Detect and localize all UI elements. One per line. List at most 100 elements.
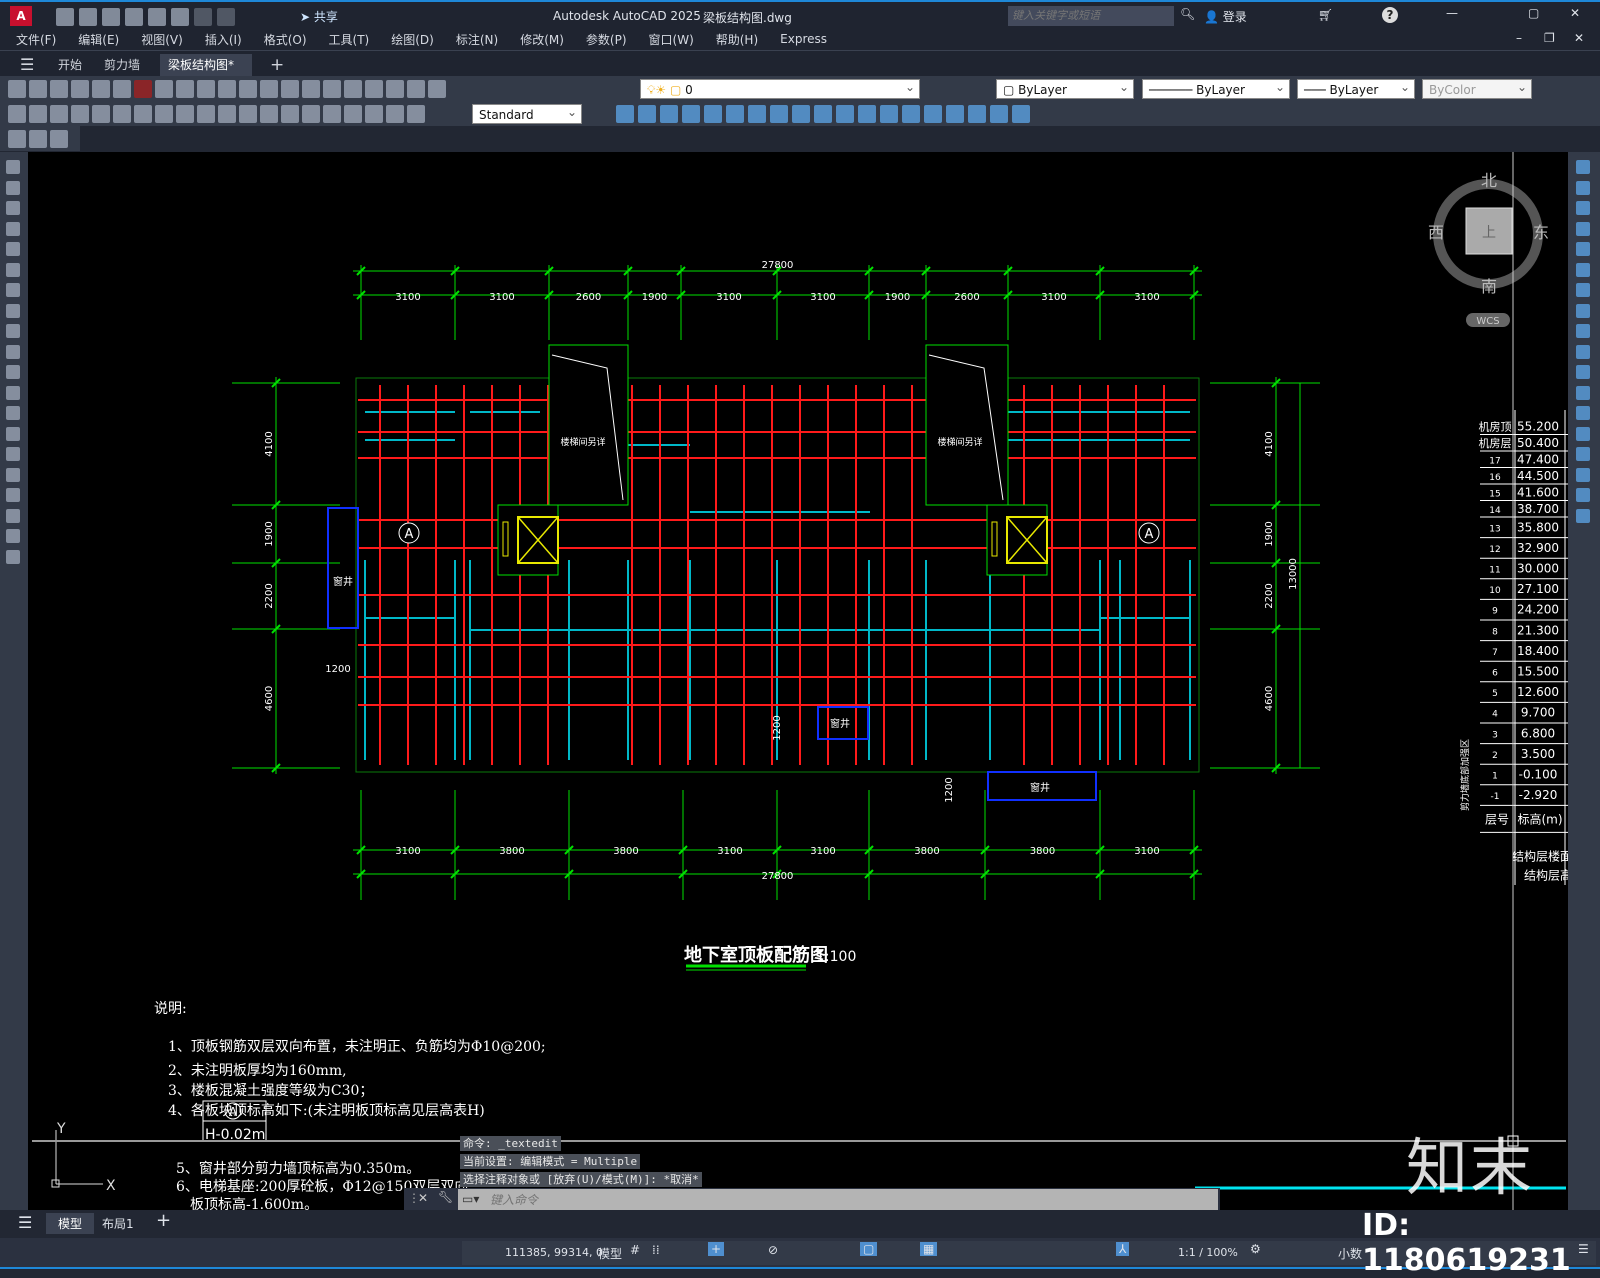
- new-icon[interactable]: [56, 8, 74, 26]
- color-dropdown[interactable]: ▢ ByLayer: [996, 77, 1134, 99]
- layer-properties-icon[interactable]: [428, 79, 446, 98]
- menu-item[interactable]: Express: [780, 32, 827, 46]
- modify-tool-icon[interactable]: [1576, 488, 1590, 502]
- menu-item[interactable]: 窗口(W): [649, 31, 694, 48]
- aligned-dim-icon[interactable]: [29, 104, 47, 123]
- polar-icon[interactable]: ⊘: [768, 1243, 778, 1257]
- cart-icon[interactable]: 🛒︎: [1318, 8, 1333, 22]
- modify-tool-icon[interactable]: [1576, 242, 1590, 256]
- copy-edges-icon[interactable]: [858, 105, 876, 123]
- transparency-icon[interactable]: ▦: [920, 1242, 938, 1256]
- modify-tool-icon[interactable]: [1576, 324, 1590, 338]
- match-properties-icon[interactable]: [218, 79, 236, 98]
- doc-minimize-button[interactable]: –: [1516, 31, 1522, 45]
- draw-tool-icon[interactable]: [6, 344, 20, 359]
- modify-tool-icon[interactable]: [1576, 221, 1590, 236]
- modify-tool-icon[interactable]: [1576, 262, 1590, 277]
- draw-tool-icon[interactable]: [6, 406, 20, 420]
- coordinates-readout[interactable]: 111385, 99314, 0: [505, 1246, 603, 1259]
- new-icon[interactable]: [8, 79, 26, 98]
- subtract-icon[interactable]: [638, 105, 656, 123]
- lineweight-dropdown[interactable]: ─── ByLayer: [1297, 77, 1415, 99]
- center-mark-icon[interactable]: [302, 104, 320, 123]
- osnap-icon[interactable]: ▢: [860, 1242, 878, 1256]
- menu-item[interactable]: 参数(P): [586, 31, 627, 48]
- copy-icon[interactable]: [176, 79, 194, 98]
- clean-icon[interactable]: [924, 105, 942, 123]
- draw-tool-icon[interactable]: [6, 447, 20, 461]
- dimspace-icon[interactable]: [239, 104, 257, 123]
- dwf-icon[interactable]: [134, 79, 152, 98]
- redo-icon[interactable]: [217, 8, 235, 26]
- ortho-icon[interactable]: +: [708, 1242, 725, 1256]
- draw-tool-icon[interactable]: [6, 283, 20, 297]
- draw-tool-icon[interactable]: [6, 488, 20, 502]
- draw-tool-icon[interactable]: [6, 467, 20, 482]
- tab-beam-slab[interactable]: 梁板结构图* ×: [160, 54, 252, 94]
- modify-tool-icon[interactable]: [1576, 160, 1590, 174]
- draw-tool-icon[interactable]: [6, 262, 20, 277]
- modify-tool-icon[interactable]: [1576, 467, 1590, 482]
- imprint-icon[interactable]: [902, 105, 920, 123]
- units-dropdown[interactable]: 小数: [1338, 1245, 1362, 1262]
- delete-faces-icon[interactable]: [748, 105, 766, 123]
- modify-tool-icon[interactable]: [1576, 344, 1590, 359]
- color-faces-icon[interactable]: [836, 105, 854, 123]
- menu-item[interactable]: 文件(F): [16, 31, 56, 48]
- draw-tool-icon[interactable]: [6, 201, 20, 215]
- draw-tool-icon[interactable]: [6, 242, 20, 256]
- union-icon[interactable]: [616, 105, 634, 123]
- modify-tool-icon[interactable]: [1576, 180, 1590, 195]
- compass-east[interactable]: 东: [1533, 223, 1549, 242]
- copy-faces-icon[interactable]: [814, 105, 832, 123]
- draw-tool-icon[interactable]: [6, 324, 20, 338]
- autocad-logo-icon[interactable]: A: [10, 6, 32, 26]
- modify-tool-icon[interactable]: [1576, 508, 1590, 523]
- menu-item[interactable]: 编辑(E): [78, 31, 119, 48]
- modify-tool-icon[interactable]: [1576, 447, 1590, 461]
- ordinate-icon[interactable]: [71, 104, 89, 123]
- save-as-icon[interactable]: [125, 8, 143, 26]
- baseline-icon[interactable]: [197, 104, 215, 123]
- compass-west[interactable]: 西: [1428, 223, 1444, 242]
- modify-tool-icon[interactable]: [1576, 283, 1590, 297]
- doc-restore-button[interactable]: ❐: [1544, 31, 1555, 45]
- annotation-scale-icon[interactable]: ⅄: [1116, 1242, 1130, 1256]
- menu-item[interactable]: 标注(N): [456, 31, 498, 48]
- continue-icon[interactable]: [218, 104, 236, 123]
- cut-icon[interactable]: [155, 79, 173, 98]
- modify-tool-icon[interactable]: [1576, 426, 1590, 441]
- menu-item[interactable]: 格式(O): [264, 31, 307, 48]
- tab-shear-wall[interactable]: 剪力墙: [96, 54, 148, 76]
- modify-tool-icon[interactable]: [1576, 385, 1590, 400]
- angular-icon[interactable]: [155, 104, 173, 123]
- close-button[interactable]: ✕: [1570, 6, 1580, 20]
- draw-tool-icon[interactable]: [6, 529, 20, 543]
- menu-item[interactable]: 工具(T): [329, 31, 370, 48]
- menu-item[interactable]: 视图(V): [141, 31, 183, 48]
- menu-item[interactable]: 帮助(H): [716, 31, 758, 48]
- help-icon[interactable]: [407, 79, 425, 98]
- viewcube[interactable]: 上 北 南 东 西 WCS: [1428, 171, 1549, 327]
- dim-update-icon[interactable]: [407, 104, 425, 123]
- minimize-button[interactable]: —: [1446, 6, 1458, 20]
- command-customize-icon[interactable]: 🔧︎: [438, 1190, 453, 1204]
- undo-icon[interactable]: [239, 79, 257, 98]
- dimedit-icon[interactable]: [365, 104, 383, 123]
- draw-tool-icon[interactable]: [6, 221, 20, 236]
- drawing-canvas[interactable]: 27800 3100 3100 2600 1900 3100 3100 1900 2600 310…: [28, 152, 1568, 1213]
- snap-icon[interactable]: ⁞⁞: [652, 1243, 660, 1257]
- menu-item[interactable]: 绘图(D): [391, 31, 434, 48]
- draw-tool-icon[interactable]: [6, 426, 20, 441]
- offset-faces-icon[interactable]: [726, 105, 744, 123]
- design-center-icon[interactable]: [365, 79, 383, 98]
- radius-icon[interactable]: [92, 104, 110, 123]
- publish-icon[interactable]: [113, 79, 131, 98]
- modify-tool-icon[interactable]: [1576, 406, 1590, 420]
- modify-tool-icon[interactable]: [1576, 201, 1590, 215]
- open-icon[interactable]: [79, 8, 97, 26]
- dimbreak-icon[interactable]: [260, 104, 278, 123]
- tolerance-icon[interactable]: [281, 104, 299, 123]
- taper-faces-icon[interactable]: [792, 105, 810, 123]
- tab-model[interactable]: 模型: [46, 1213, 95, 1234]
